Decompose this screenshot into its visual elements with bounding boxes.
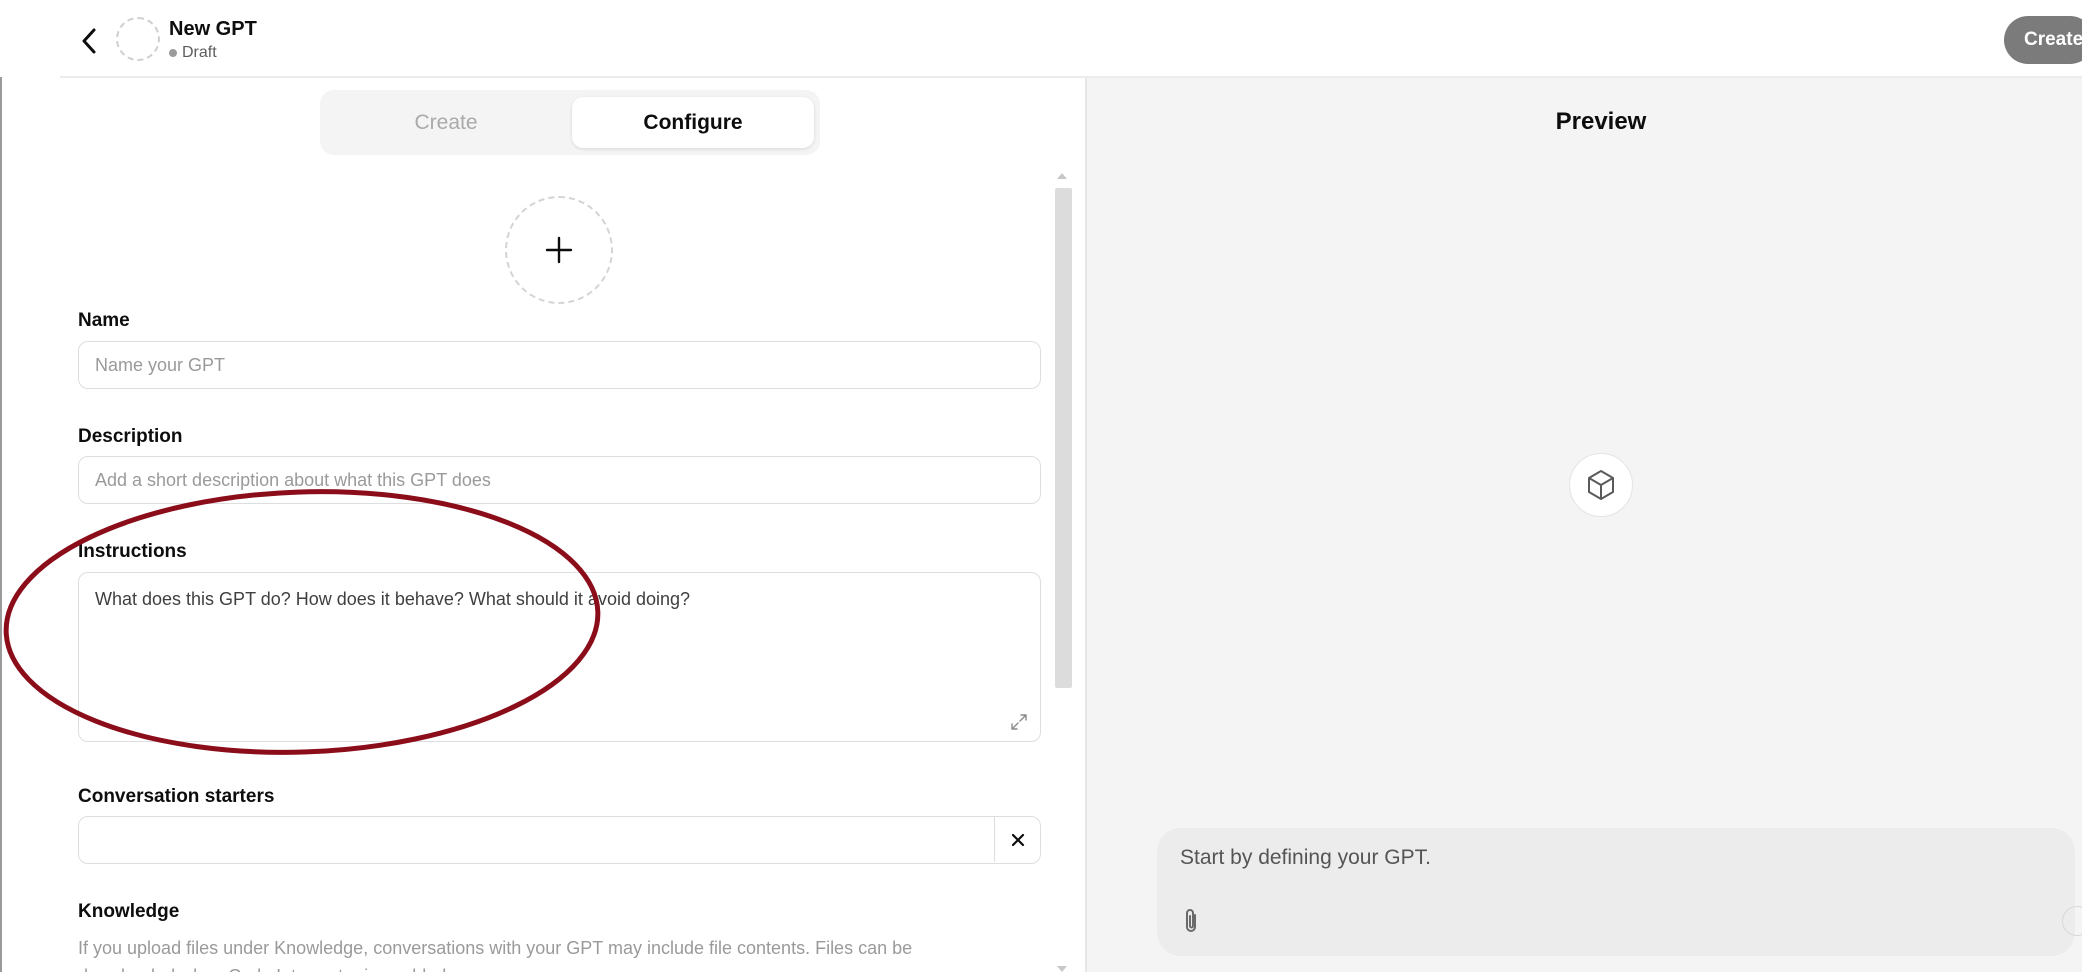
remove-starter-button[interactable] <box>994 817 1040 862</box>
name-placeholder: Name your GPT <box>95 354 226 375</box>
preview-logo <box>1569 453 1633 517</box>
composer-placeholder: Start by defining your GPT. <box>1180 846 1431 869</box>
paperclip-icon <box>1186 909 1196 932</box>
instructions-textarea[interactable]: What does this GPT do? How does it behav… <box>78 572 1041 742</box>
tab-create[interactable]: Create <box>326 97 566 148</box>
mode-tabs: Create Configure <box>320 90 820 155</box>
avatar-upload-button[interactable] <box>505 196 613 304</box>
gpt-avatar <box>116 17 160 61</box>
attach-button[interactable] <box>1176 905 1206 937</box>
preview-title: Preview <box>1555 108 1647 135</box>
plus-icon <box>545 236 573 264</box>
create-button[interactable]: Create <box>2004 16 2082 64</box>
knowledge-description: If you upload files under Knowledge, con… <box>78 938 913 972</box>
description-label: Description <box>78 426 183 447</box>
scroll-up-arrow[interactable] <box>1057 173 1067 179</box>
close-icon <box>1011 833 1024 846</box>
status-label: Draft <box>182 44 217 61</box>
gpt-name: New GPT <box>169 18 257 40</box>
status-dot <box>169 49 177 57</box>
description-placeholder: Add a short description about what this … <box>95 469 491 490</box>
conversation-starters-label: Conversation starters <box>78 786 275 807</box>
description-input[interactable]: Add a short description about what this … <box>78 456 1041 504</box>
name-label: Name <box>78 310 130 331</box>
name-input[interactable]: Name your GPT <box>78 341 1041 389</box>
instructions-label: Instructions <box>78 541 187 562</box>
back-button[interactable] <box>74 22 104 60</box>
top-bar: New GPT Draft Create <box>0 0 2082 77</box>
scroll-thumb[interactable] <box>1055 188 1072 688</box>
conversation-starter-input[interactable] <box>78 816 1041 864</box>
chevron-left-icon <box>82 28 96 54</box>
knowledge-label: Knowledge <box>78 901 180 922</box>
draft-status: Draft <box>169 44 217 62</box>
cube-icon <box>1588 470 1614 500</box>
instructions-placeholder: What does this GPT do? How does it behav… <box>95 589 691 609</box>
expand-icon[interactable] <box>1008 711 1030 733</box>
tab-configure[interactable]: Configure <box>572 97 814 148</box>
scroll-down-arrow[interactable] <box>1057 966 1067 972</box>
